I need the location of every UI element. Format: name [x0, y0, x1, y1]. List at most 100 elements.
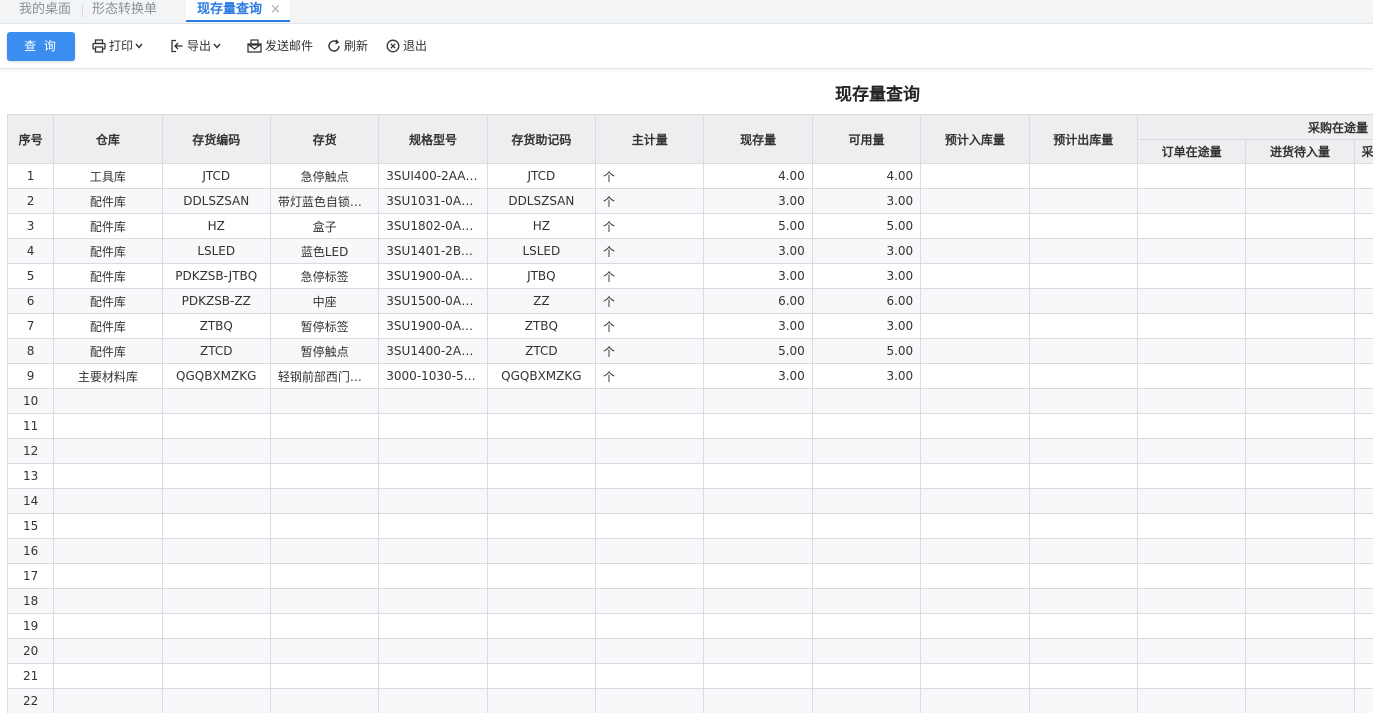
cell-mnemonic[interactable]: JTBQ [486, 263, 597, 289]
cell-code[interactable] [161, 413, 271, 439]
cell-code[interactable]: JTCD [161, 163, 271, 189]
cell-available[interactable] [811, 588, 922, 614]
cell-onhand[interactable] [703, 438, 813, 464]
cell-spec[interactable]: 3SU1900-0AC16-0AA0 [378, 263, 488, 289]
table-row[interactable]: 9 主要材料库 QGQBXMZKG 轻钢前部西门子开关 3000-1030-50mm QG… [7, 363, 1373, 389]
cell-warehouse[interactable] [53, 588, 163, 614]
cell-warehouse[interactable] [53, 638, 163, 664]
cell-inventory[interactable] [269, 688, 380, 713]
cell-expected-out[interactable] [1028, 188, 1138, 214]
cell-expected-in[interactable] [920, 463, 1030, 489]
cell-more[interactable] [1353, 238, 1373, 264]
cell-spec[interactable]: 3SU1900-0AF16-0QA0 [378, 313, 488, 339]
cell-warehouse[interactable] [53, 463, 163, 489]
cell-more[interactable] [1353, 638, 1373, 664]
cell-spec[interactable] [378, 663, 488, 689]
table-row[interactable]: 4配件库LSLED蓝色LED3SU1401-2BG50-1AA0LSLED个3.… [7, 238, 1373, 264]
cell-available[interactable] [811, 538, 922, 564]
col-header-seq[interactable]: 序号 [7, 114, 55, 164]
cell-onhand[interactable] [703, 488, 813, 514]
cell-unit[interactable]: 个 [595, 313, 705, 339]
cell-spec[interactable]: 3000-1030-50mm [378, 363, 488, 389]
cell-mnemonic[interactable] [486, 413, 597, 439]
cell-seq[interactable]: 17 [7, 563, 55, 589]
cell-pending-receipt[interactable] [1245, 438, 1355, 464]
table-row[interactable]: 8配件库ZTCD暂停触点3SU1400-2AA10-1BA0ZTCD个5.005… [7, 338, 1373, 364]
cell-code[interactable]: HZ [161, 213, 271, 239]
cell-code[interactable] [161, 613, 271, 639]
cell-order-in-transit[interactable] [1136, 663, 1247, 689]
cell-spec[interactable]: 3SU1802-0AA00-0AB1 [378, 213, 488, 239]
table-row[interactable]: 5配件库PDKZSB-JTBQ急停标签3SU1900-0AC16-0AA0JTB… [7, 263, 1373, 289]
query-button[interactable]: 查 询 [7, 32, 75, 61]
cell-seq[interactable]: 5 [7, 263, 55, 289]
table-row[interactable]: 10 [7, 388, 1373, 414]
cell-expected-out[interactable] [1028, 538, 1138, 564]
cell-expected-out[interactable] [1028, 488, 1138, 514]
cell-unit[interactable] [595, 563, 705, 589]
cell-mnemonic[interactable] [486, 563, 597, 589]
cell-available[interactable]: 6.00 [811, 288, 922, 314]
cell-order-in-transit[interactable] [1136, 438, 1247, 464]
cell-order-in-transit[interactable] [1136, 213, 1247, 239]
cell-code[interactable] [161, 513, 271, 539]
cell-unit[interactable]: 个 [595, 263, 705, 289]
cell-available[interactable] [811, 413, 922, 439]
cell-code[interactable]: ZTCD [161, 338, 271, 364]
cell-expected-out[interactable] [1028, 213, 1138, 239]
tab-form-conversion[interactable]: 形态转换单 [92, 0, 157, 22]
cell-inventory[interactable]: 轻钢前部西门子开关 [269, 363, 380, 389]
col-header-available[interactable]: 可用量 [811, 114, 922, 164]
cell-expected-out[interactable] [1028, 388, 1138, 414]
cell-more[interactable] [1353, 388, 1373, 414]
cell-inventory[interactable] [269, 463, 380, 489]
cell-available[interactable] [811, 463, 922, 489]
cell-more[interactable] [1353, 288, 1373, 314]
cell-expected-out[interactable] [1028, 588, 1138, 614]
cell-seq[interactable]: 2 [7, 188, 55, 214]
cell-unit[interactable] [595, 513, 705, 539]
col-header-inventory[interactable]: 存货 [269, 114, 380, 164]
cell-warehouse[interactable] [53, 488, 163, 514]
cell-unit[interactable] [595, 413, 705, 439]
cell-inventory[interactable] [269, 613, 380, 639]
cell-onhand[interactable]: 3.00 [703, 238, 813, 264]
cell-inventory[interactable] [269, 538, 380, 564]
table-row[interactable]: 17 [7, 563, 1373, 589]
cell-available[interactable]: 5.00 [811, 338, 922, 364]
send-mail-button[interactable]: 发送邮件 [247, 38, 313, 54]
cell-inventory[interactable] [269, 488, 380, 514]
table-row[interactable]: 11 [7, 413, 1373, 439]
cell-order-in-transit[interactable] [1136, 338, 1247, 364]
cell-pending-receipt[interactable] [1245, 263, 1355, 289]
cell-mnemonic[interactable] [486, 663, 597, 689]
cell-inventory[interactable] [269, 563, 380, 589]
cell-seq[interactable]: 1 [7, 163, 55, 189]
cell-onhand[interactable]: 4.00 [703, 163, 813, 189]
cell-unit[interactable]: 个 [595, 238, 705, 264]
cell-unit[interactable]: 个 [595, 213, 705, 239]
cell-onhand[interactable]: 3.00 [703, 313, 813, 339]
cell-warehouse[interactable] [53, 388, 163, 414]
cell-inventory[interactable] [269, 588, 380, 614]
cell-code[interactable] [161, 538, 271, 564]
cell-inventory[interactable]: 蓝色LED [269, 238, 380, 264]
col-header-more[interactable]: 采 [1353, 139, 1373, 164]
cell-expected-in[interactable] [920, 338, 1030, 364]
cell-order-in-transit[interactable] [1136, 488, 1247, 514]
cell-code[interactable]: PDKZSB-ZZ [161, 288, 271, 314]
cell-onhand[interactable] [703, 563, 813, 589]
cell-expected-out[interactable] [1028, 663, 1138, 689]
cell-spec[interactable] [378, 388, 488, 414]
cell-expected-out[interactable] [1028, 413, 1138, 439]
cell-expected-in[interactable] [920, 313, 1030, 339]
cell-expected-out[interactable] [1028, 363, 1138, 389]
cell-spec[interactable] [378, 513, 488, 539]
cell-order-in-transit[interactable] [1136, 613, 1247, 639]
cell-mnemonic[interactable] [486, 438, 597, 464]
cell-spec[interactable]: 3SUI400-2AA10-1CA0 [378, 163, 488, 189]
cell-unit[interactable] [595, 488, 705, 514]
cell-expected-in[interactable] [920, 163, 1030, 189]
table-row[interactable]: 15 [7, 513, 1373, 539]
cell-available[interactable]: 3.00 [811, 263, 922, 289]
